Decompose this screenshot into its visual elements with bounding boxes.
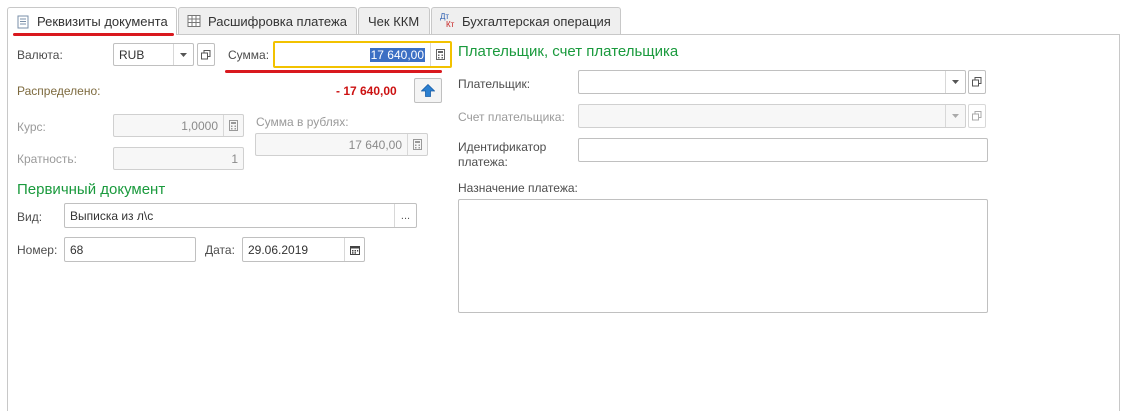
tab-label: Реквизиты документа [37,14,168,29]
chevron-down-icon[interactable] [945,105,965,127]
sum-input[interactable]: 17 640,00 [273,41,452,68]
sum-rub-label: Сумма в рублях: [256,115,349,129]
date-value: 29.06.2019 [248,242,309,257]
currency-value: RUB [119,47,145,62]
rate-label: Курс: [17,120,46,134]
tab-label: Расшифровка платежа [208,13,347,29]
table-icon [187,15,201,27]
tab-label: Чек ККМ [368,13,420,29]
distribute-button[interactable] [414,78,442,103]
number-value: 68 [70,242,84,257]
calendar-icon[interactable] [344,238,364,261]
chevron-down-icon[interactable] [173,44,193,65]
tab-document-details[interactable]: Реквизиты документа [7,7,177,35]
payment-purpose-label: Назначение платежа: [458,181,578,195]
sum-highlight-underline [225,70,442,73]
document-icon [17,15,29,28]
calculator-icon[interactable] [430,43,450,66]
sum-rub-input[interactable]: 17 640,00 [255,133,428,156]
distributed-value: - 17 640,00 [336,84,397,98]
open-link-icon [972,111,982,121]
calculator-icon[interactable] [223,115,243,136]
tab-highlight-underline [13,33,174,36]
open-payer-account-button[interactable] [968,104,986,128]
open-currency-button[interactable] [197,43,215,66]
sum-rub-value: 17 640,00 [348,137,402,152]
payment-id-input[interactable] [578,138,988,162]
open-payer-button[interactable] [968,70,986,94]
kind-input[interactable]: Выписка из л\с ... [64,203,417,228]
number-label: Номер: [17,243,58,257]
arrow-up-icon [421,84,435,97]
open-link-icon [201,49,211,59]
currency-label: Валюта: [17,48,63,62]
calculator-icon[interactable] [407,134,427,155]
distributed-label: Распределено: [17,84,101,98]
tab-kkm-receipt[interactable]: Чек ККМ [358,7,430,34]
currency-select[interactable]: RUB [113,43,194,66]
chevron-down-icon[interactable] [945,71,965,93]
kind-value: Выписка из л\с [70,208,154,223]
payment-id-label-line1: Идентификатор [458,140,547,154]
select-button[interactable]: ... [394,204,416,227]
primary-doc-title: Первичный документ [17,181,166,198]
sum-value: 17 640,00 [369,47,425,62]
multiplicity-label: Кратность: [17,152,77,166]
dt-kt-icon: Дт Кт [440,12,455,29]
payer-account-label: Счет плательщика: [458,110,565,124]
payer-select[interactable] [578,70,966,94]
tab-label: Бухгалтерская операция [462,13,611,29]
payment-id-label-line2: платежа: [458,155,508,169]
rate-value: 1,0000 [181,118,218,133]
payer-account-select[interactable] [578,104,966,128]
payer-label: Плательщик: [458,77,531,91]
rate-input[interactable]: 1,0000 [113,114,244,137]
number-input[interactable]: 68 [64,237,196,262]
payment-purpose-value [459,200,987,204]
payment-purpose-textarea[interactable] [458,199,988,313]
date-input[interactable]: 29.06.2019 [242,237,365,262]
date-label: Дата: [205,243,235,257]
payer-section-title: Плательщик, счет плательщика [458,43,679,60]
tab-payment-breakdown[interactable]: Расшифровка платежа [178,7,357,34]
sum-label: Сумма: [228,48,270,62]
tab-accounting-operation[interactable]: Дт Кт Бухгалтерская операция [431,7,621,34]
kind-label: Вид: [17,210,43,224]
multiplicity-value: 1 [231,151,238,166]
multiplicity-input[interactable]: 1 [113,147,244,170]
open-link-icon [972,77,982,87]
